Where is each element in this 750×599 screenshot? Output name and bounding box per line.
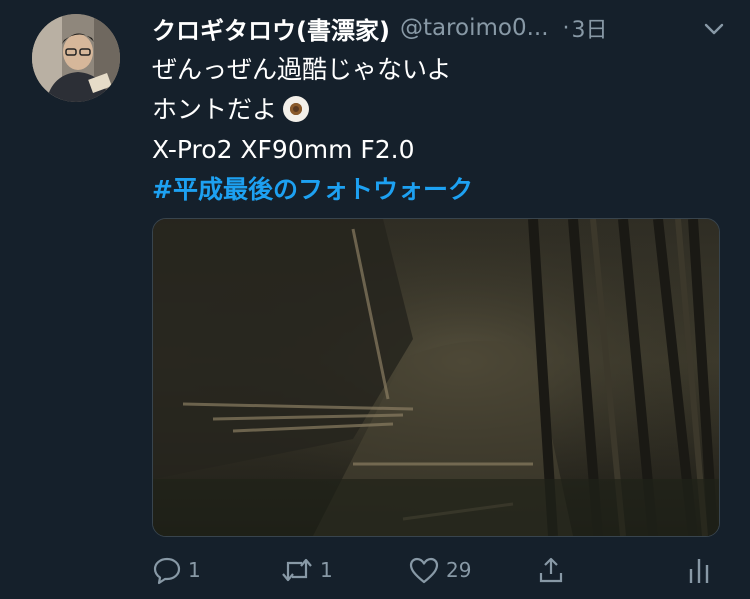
- retweet-button[interactable]: 1: [280, 550, 333, 590]
- tweet-header: クロギタロウ(書漂家) @taroimo0... · 3日: [152, 10, 727, 46]
- avatar[interactable]: [32, 14, 120, 102]
- analytics-icon: [686, 555, 712, 585]
- tweet-line-1: ぜんっぜん過酷じゃないよ: [152, 55, 452, 84]
- tweet-line-3: X-Pro2 XF90mm F2.0: [152, 135, 415, 164]
- eye-emoji-icon: [283, 96, 310, 122]
- share-button[interactable]: [536, 550, 566, 590]
- chevron-down-icon[interactable]: [701, 16, 727, 42]
- like-count: 29: [446, 558, 472, 582]
- separator: ·: [562, 15, 570, 41]
- tweet-line-2: ホントだよ: [152, 90, 722, 130]
- analytics-button[interactable]: [686, 550, 712, 590]
- reply-count: 1: [188, 558, 201, 582]
- share-icon: [536, 555, 566, 585]
- action-bar: 1 1 29: [152, 550, 722, 590]
- like-icon: [408, 555, 440, 585]
- retweet-count: 1: [320, 558, 333, 582]
- bamboo-forest-image: [153, 219, 719, 536]
- reply-button[interactable]: 1: [152, 550, 201, 590]
- user-handle[interactable]: @taroimo0...: [400, 15, 549, 41]
- avatar-photo: [32, 14, 120, 102]
- reply-icon: [152, 555, 182, 585]
- like-button[interactable]: 29: [408, 550, 471, 590]
- timestamp[interactable]: 3日: [572, 12, 608, 44]
- tweet-line-2-text: ホントだよ: [152, 95, 278, 124]
- tweet-text: ぜんっぜん過酷じゃないよ ホントだよ X-Pro2 XF90mm F2.0 #平…: [152, 50, 722, 210]
- display-name[interactable]: クロギタロウ(書漂家): [152, 11, 390, 46]
- hashtag-link[interactable]: #平成最後のフォトウォーク: [152, 170, 722, 210]
- retweet-icon: [280, 555, 314, 585]
- tweet-photo[interactable]: [152, 218, 720, 537]
